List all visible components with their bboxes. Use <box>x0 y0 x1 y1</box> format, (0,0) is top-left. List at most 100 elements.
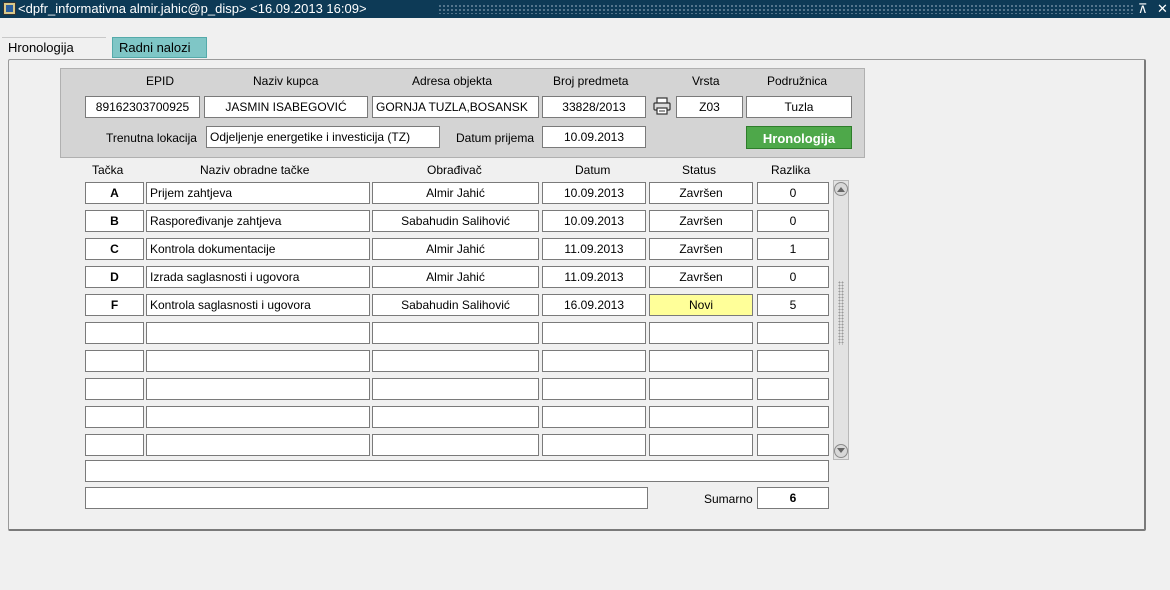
naziv-cell[interactable] <box>146 406 370 428</box>
status-cell[interactable] <box>649 406 753 428</box>
column-header-datum: Datum <box>575 163 611 177</box>
tacka-cell[interactable] <box>85 378 144 400</box>
tacka-cell[interactable]: A <box>85 182 144 204</box>
razlika-cell[interactable]: 0 <box>757 266 829 288</box>
datum-cell[interactable] <box>542 406 646 428</box>
naziv-cell[interactable] <box>146 350 370 372</box>
datum-cell[interactable]: 16.09.2013 <box>542 294 646 316</box>
scroll-up-button[interactable] <box>834 182 848 196</box>
tacka-cell[interactable]: D <box>85 266 144 288</box>
printer-icon[interactable] <box>652 96 672 116</box>
datum-cell[interactable]: 10.09.2013 <box>542 210 646 232</box>
datum-cell[interactable] <box>542 378 646 400</box>
status-cell[interactable]: Završen <box>649 238 753 260</box>
obradjivac-cell[interactable]: Almir Jahić <box>372 238 539 260</box>
scroll-grip[interactable] <box>838 281 844 345</box>
naziv-cell[interactable]: Raspoređivanje zahtjeva <box>146 210 370 232</box>
status-cell[interactable]: Završen <box>649 210 753 232</box>
epid-field[interactable]: 89162303700925 <box>85 96 200 118</box>
razlika-cell[interactable] <box>757 322 829 344</box>
adresa-objekta-label: Adresa objekta <box>412 74 493 88</box>
note-field[interactable] <box>85 460 829 482</box>
tacka-cell[interactable] <box>85 406 144 428</box>
datum-cell[interactable] <box>542 434 646 456</box>
obradjivac-cell[interactable]: Sabahudin Salihović <box>372 294 539 316</box>
naziv-kupca-label: Naziv kupca <box>253 74 319 88</box>
window-title-bar: <dpfr_informativna almir.jahic@p_disp> <… <box>0 0 1170 18</box>
sumarno-label: Sumarno <box>704 492 753 506</box>
arrow-up-icon <box>837 187 845 192</box>
app-icon <box>3 2 16 15</box>
razlika-cell[interactable]: 0 <box>757 182 829 204</box>
obradjivac-cell[interactable]: Almir Jahić <box>372 266 539 288</box>
naziv-cell[interactable] <box>146 434 370 456</box>
adresa-objekta-field[interactable]: GORNJA TUZLA,BOSANSK <box>372 96 539 118</box>
datum-cell[interactable]: 11.09.2013 <box>542 238 646 260</box>
naziv-cell[interactable]: Izrada saglasnosti i ugovora <box>146 266 370 288</box>
column-header-status: Status <box>682 163 717 177</box>
title-bar-grip <box>438 4 1134 14</box>
naziv-cell[interactable]: Prijem zahtjeva <box>146 182 370 204</box>
tab-hronologija[interactable]: Hronologija <box>2 37 106 58</box>
arrow-down-icon <box>837 448 845 453</box>
column-header-obradjivac: Obrađivač <box>427 163 482 177</box>
vrsta-field[interactable]: Z03 <box>676 96 743 118</box>
obradjivac-cell[interactable] <box>372 322 539 344</box>
razlika-cell[interactable]: 5 <box>757 294 829 316</box>
status-cell[interactable] <box>649 350 753 372</box>
column-header-naziv: Naziv obradne tačke <box>200 163 310 177</box>
obradjivac-cell[interactable] <box>372 350 539 372</box>
razlika-cell[interactable] <box>757 406 829 428</box>
naziv-cell[interactable] <box>146 322 370 344</box>
table-scrollbar[interactable] <box>833 180 849 460</box>
status-cell[interactable]: Završen <box>649 182 753 204</box>
datum-cell[interactable] <box>542 322 646 344</box>
tacka-cell[interactable] <box>85 434 144 456</box>
obradjivac-cell[interactable] <box>372 434 539 456</box>
hronologija-button[interactable]: Hronologija <box>746 126 852 149</box>
naziv-cell[interactable]: Kontrola dokumentacije <box>146 238 370 260</box>
tab-radni-nalozi[interactable]: Radni nalozi <box>112 37 207 58</box>
naziv-cell[interactable] <box>146 378 370 400</box>
razlika-cell[interactable]: 1 <box>757 238 829 260</box>
datum-cell[interactable]: 10.09.2013 <box>542 182 646 204</box>
status-cell[interactable] <box>649 322 753 344</box>
naziv-kupca-field[interactable]: JASMIN ISABEGOVIĆ <box>204 96 368 118</box>
broj-predmeta-label: Broj predmeta <box>553 74 629 88</box>
obradjivac-cell[interactable] <box>372 378 539 400</box>
obradjivac-cell[interactable] <box>372 406 539 428</box>
close-icon[interactable]: ✕ <box>1157 0 1168 18</box>
extra-field[interactable] <box>85 487 648 509</box>
status-cell[interactable]: Završen <box>649 266 753 288</box>
tacka-cell[interactable]: B <box>85 210 144 232</box>
datum-cell[interactable] <box>542 350 646 372</box>
column-header-tacka: Tačka <box>92 163 124 177</box>
restore-icon[interactable]: ⊼ <box>1138 0 1148 18</box>
status-cell[interactable]: Novi <box>649 294 753 316</box>
podruznica-label: Podružnica <box>767 74 828 88</box>
sumarno-field[interactable]: 6 <box>757 487 829 509</box>
razlika-cell[interactable] <box>757 378 829 400</box>
obradjivac-cell[interactable]: Sabahudin Salihović <box>372 210 539 232</box>
epid-label: EPID <box>146 74 175 88</box>
tacka-cell[interactable]: F <box>85 294 144 316</box>
scroll-down-button[interactable] <box>834 444 848 458</box>
tacka-cell[interactable] <box>85 350 144 372</box>
broj-predmeta-field[interactable]: 33828/2013 <box>542 96 646 118</box>
tacka-cell[interactable] <box>85 322 144 344</box>
naziv-cell[interactable]: Kontrola saglasnosti i ugovora <box>146 294 370 316</box>
podruznica-field[interactable]: Tuzla <box>746 96 852 118</box>
datum-prijema-field[interactable]: 10.09.2013 <box>542 126 646 148</box>
status-cell[interactable] <box>649 378 753 400</box>
status-cell[interactable] <box>649 434 753 456</box>
datum-cell[interactable]: 11.09.2013 <box>542 266 646 288</box>
trenutna-lokacija-field[interactable]: Odjeljenje energetike i investicija (TZ) <box>206 126 440 148</box>
razlika-cell[interactable]: 0 <box>757 210 829 232</box>
datum-prijema-label: Datum prijema <box>456 131 535 145</box>
razlika-cell[interactable] <box>757 434 829 456</box>
tacka-cell[interactable]: C <box>85 238 144 260</box>
column-header-razlika: Razlika <box>771 163 811 177</box>
window-title: <dpfr_informativna almir.jahic@p_disp> <… <box>18 1 367 16</box>
obradjivac-cell[interactable]: Almir Jahić <box>372 182 539 204</box>
razlika-cell[interactable] <box>757 350 829 372</box>
